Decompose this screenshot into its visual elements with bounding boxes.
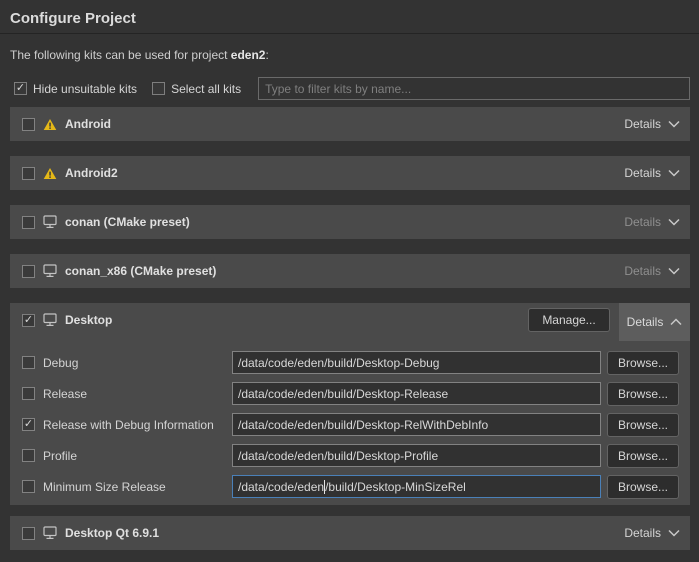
kit-panel-desktop: Details Desktop Manage... Debug /data/co… — [10, 303, 690, 505]
config-label: Debug — [43, 356, 78, 370]
kit-name: Android — [65, 117, 111, 131]
kit-filter-controls: Hide unsuitable kits Select all kits — [14, 77, 690, 100]
checkbox-label: Select all kits — [171, 82, 241, 96]
config-label: Profile — [43, 449, 77, 463]
details-toggle[interactable]: Details — [624, 264, 690, 278]
build-dir-input[interactable]: /data/code/eden/build/Desktop-Debug — [232, 351, 601, 374]
kit-name: Desktop Qt 6.9.1 — [65, 526, 159, 540]
chevron-down-icon — [668, 526, 680, 540]
chevron-down-icon — [668, 264, 680, 278]
desktop-icon — [43, 215, 57, 229]
kit-row-android2: Android2 Details — [10, 156, 690, 190]
config-checkbox[interactable] — [22, 356, 35, 369]
browse-button[interactable]: Browse... — [607, 475, 679, 499]
build-dir-input[interactable]: /data/code/eden/build/Desktop-Profile — [232, 444, 601, 467]
kit-row-android: Android Details — [10, 107, 690, 141]
kit-checkbox[interactable] — [22, 527, 35, 540]
config-checkbox[interactable] — [22, 480, 35, 493]
config-checkbox[interactable] — [22, 387, 35, 400]
config-label: Release with Debug Information — [43, 418, 214, 432]
kit-checkbox[interactable] — [22, 167, 35, 180]
project-name: eden2 — [231, 48, 266, 62]
details-label: Details — [624, 117, 661, 131]
details-toggle[interactable]: Details — [624, 215, 690, 229]
build-dir-input[interactable]: /data/code/eden/build/Desktop-Release — [232, 382, 601, 405]
details-toggle[interactable]: Details — [624, 166, 690, 180]
config-checkbox[interactable] — [22, 449, 35, 462]
manage-kits-button[interactable]: Manage... — [528, 308, 610, 332]
browse-button[interactable]: Browse... — [607, 382, 679, 406]
details-toggle[interactable]: Details — [624, 526, 690, 540]
details-label: Details — [624, 264, 661, 278]
desktop-icon — [43, 264, 57, 278]
chevron-down-icon — [668, 215, 680, 229]
configure-project-page: Configure Project The following kits can… — [0, 0, 699, 562]
chevron-down-icon — [668, 166, 680, 180]
build-dir-input[interactable]: /data/code/eden/build/Desktop-RelWithDeb… — [232, 413, 601, 436]
kit-row-conan-x86: conan_x86 (CMake preset) Details — [10, 254, 690, 288]
build-config-row-release: Release /data/code/eden/build/Desktop-Re… — [10, 380, 690, 407]
page-title: Configure Project — [0, 0, 699, 34]
build-config-row-debug: Debug /data/code/eden/build/Desktop-Debu… — [10, 349, 690, 376]
browse-button[interactable]: Browse... — [607, 351, 679, 375]
config-checkbox[interactable] — [22, 418, 35, 431]
checkbox-label: Hide unsuitable kits — [33, 82, 137, 96]
checkbox-icon[interactable] — [152, 82, 165, 95]
build-config-row-relwithdebinfo: Release with Debug Information /data/cod… — [10, 411, 690, 438]
checkbox-icon[interactable] — [14, 82, 27, 95]
config-label: Release — [43, 387, 87, 401]
desktop-icon — [43, 313, 57, 327]
kit-name: conan_x86 (CMake preset) — [65, 264, 216, 278]
select-all-kits-checkbox[interactable]: Select all kits — [152, 82, 241, 96]
warning-icon — [43, 167, 57, 180]
config-label: Minimum Size Release — [43, 480, 166, 494]
kit-name: Desktop — [65, 313, 112, 327]
details-label: Details — [624, 166, 661, 180]
details-label: Details — [624, 215, 661, 229]
build-config-row-profile: Profile /data/code/eden/build/Desktop-Pr… — [10, 442, 690, 469]
browse-button[interactable]: Browse... — [607, 413, 679, 437]
kit-checkbox[interactable] — [22, 216, 35, 229]
warning-icon — [43, 118, 57, 131]
filter-kits-input[interactable] — [258, 77, 690, 100]
details-label: Details — [624, 526, 661, 540]
kit-checkbox[interactable] — [22, 265, 35, 278]
kit-checkbox[interactable] — [22, 314, 35, 327]
desktop-icon — [43, 526, 57, 540]
build-dir-input[interactable]: /data/code/eden/build/Desktop-MinSizeRel — [232, 475, 601, 498]
kit-row-conan: conan (CMake preset) Details — [10, 205, 690, 239]
intro-text: The following kits can be used for proje… — [10, 48, 689, 62]
build-config-row-minsizerel: Minimum Size Release /data/code/eden/bui… — [10, 473, 690, 500]
kit-name: Android2 — [65, 166, 118, 180]
details-toggle[interactable]: Details — [624, 117, 690, 131]
hide-unsuitable-kits-checkbox[interactable]: Hide unsuitable kits — [14, 82, 137, 96]
kit-checkbox[interactable] — [22, 118, 35, 131]
kit-name: conan (CMake preset) — [65, 215, 190, 229]
kit-row-desktop-qt: Desktop Qt 6.9.1 Details — [10, 516, 690, 550]
browse-button[interactable]: Browse... — [607, 444, 679, 468]
chevron-down-icon — [668, 117, 680, 131]
